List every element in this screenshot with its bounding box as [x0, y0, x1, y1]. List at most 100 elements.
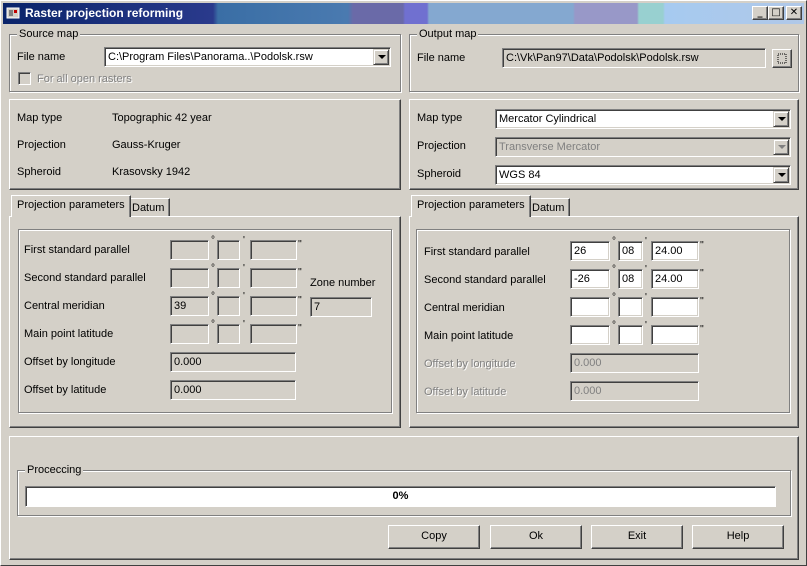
out-main-deg[interactable]	[570, 325, 610, 345]
out-first-deg[interactable]: 26	[570, 241, 610, 261]
sec-symbol: ''	[298, 295, 302, 306]
src-central-sec[interactable]	[250, 296, 297, 316]
tab-output-projection-params[interactable]: Projection parameters	[411, 195, 531, 217]
output-spheroid-combo[interactable]: WGS 84	[495, 165, 791, 185]
output-spheroid-value: WGS 84	[499, 169, 541, 181]
chevron-down-icon[interactable]	[373, 49, 389, 65]
src-central-deg[interactable]: 39	[170, 296, 209, 316]
source-file-combo[interactable]: C:\Program Files\Panorama..\Podolsk.rsw	[104, 47, 391, 67]
out-central-deg[interactable]	[570, 297, 610, 317]
min-symbol: '	[243, 319, 245, 330]
output-params-panel: First standard parallel 26 ° 08 ' 24.00 …	[409, 216, 799, 428]
src-first-deg[interactable]	[170, 240, 209, 260]
out-first-sec[interactable]: 24.00	[651, 241, 699, 261]
source-projection-value: Gauss-Kruger	[112, 139, 181, 151]
src-first-sec[interactable]	[250, 240, 297, 260]
out-central-min[interactable]	[618, 297, 643, 317]
sec-symbol: ''	[700, 324, 704, 335]
out-second-min[interactable]: 08	[618, 269, 643, 289]
min-symbol: '	[645, 292, 647, 303]
source-file-label: File name	[17, 51, 66, 63]
sec-symbol: ''	[700, 268, 704, 279]
src-offset-lon-value: 0.000	[174, 356, 202, 368]
src-main-min[interactable]	[217, 324, 240, 344]
tab-source-datum[interactable]: Datum	[126, 198, 171, 216]
chevron-down-icon[interactable]	[773, 139, 789, 155]
out-central-meridian-label: Central meridian	[424, 302, 505, 314]
copy-button[interactable]: Copy	[388, 525, 480, 549]
src-offset-lat-label: Offset by latitude	[24, 384, 107, 396]
source-spheroid-label: Spheroid	[17, 166, 62, 178]
window-title: Raster projection reforming	[25, 6, 184, 20]
all-rasters-checkbox[interactable]	[18, 72, 31, 85]
out-second-deg[interactable]: -26	[570, 269, 610, 289]
browse-button[interactable]	[772, 49, 792, 68]
src-offset-lon-label: Offset by longitude	[24, 356, 116, 368]
out-offset-lat-value: 0.000	[574, 385, 602, 397]
output-projection-combo[interactable]: Transverse Mercator	[495, 137, 791, 157]
src-offset-lon-field[interactable]: 0.000	[170, 352, 296, 372]
output-projection-value: Transverse Mercator	[499, 141, 601, 153]
out-main-min[interactable]	[618, 325, 643, 345]
src-offset-lat-value: 0.000	[174, 384, 202, 396]
minimize-button[interactable]: _	[752, 6, 768, 20]
output-map-type-value: Mercator Cylindrical	[499, 113, 597, 125]
src-central-min[interactable]	[217, 296, 240, 316]
out-offset-lon-field[interactable]: 0.000	[570, 353, 699, 373]
close-button[interactable]: ✕	[786, 6, 802, 20]
out-offset-lat-field[interactable]: 0.000	[570, 381, 699, 401]
min-symbol: '	[243, 235, 245, 246]
deg-symbol: °	[612, 320, 616, 331]
out-main-sec[interactable]	[651, 325, 699, 345]
out-first-min-value: 08	[622, 245, 635, 257]
app-icon	[6, 7, 20, 19]
src-first-parallel-label: First standard parallel	[24, 244, 130, 256]
src-second-deg[interactable]	[170, 268, 209, 288]
out-central-sec[interactable]	[651, 297, 699, 317]
output-map-type-combo[interactable]: Mercator Cylindrical	[495, 109, 791, 129]
chevron-down-icon[interactable]	[773, 167, 789, 183]
out-first-min[interactable]: 08	[618, 241, 643, 261]
sec-symbol: ''	[700, 296, 704, 307]
tab-output-datum[interactable]: Datum	[526, 198, 571, 216]
out-offset-lat-label: Offset by latitude	[424, 386, 507, 398]
deg-symbol: °	[612, 264, 616, 275]
source-projection-label: Projection	[17, 139, 66, 151]
src-second-sec[interactable]	[250, 268, 297, 288]
min-symbol: '	[243, 263, 245, 274]
zone-number-field[interactable]: 7	[310, 297, 372, 317]
tab-source-projection-params[interactable]: Projection parameters	[11, 195, 131, 217]
ok-button[interactable]: Ok	[490, 525, 582, 549]
min-symbol: '	[645, 264, 647, 275]
output-projection-label: Projection	[417, 140, 466, 152]
out-offset-lon-value: 0.000	[574, 357, 602, 369]
zone-number-label: Zone number	[310, 277, 376, 289]
source-spheroid-value: Krasovsky 1942	[112, 166, 191, 178]
out-second-min-value: 08	[622, 273, 635, 285]
out-second-sec[interactable]: 24.00	[651, 269, 699, 289]
output-file-value: C:\Vk\Pan97\Data\Podolsk\Podolsk.rsw	[506, 52, 699, 64]
output-file-field[interactable]: C:\Vk\Pan97\Data\Podolsk\Podolsk.rsw	[502, 48, 766, 68]
min-symbol: '	[645, 320, 647, 331]
chevron-down-icon[interactable]	[773, 111, 789, 127]
sec-symbol: ''	[298, 267, 302, 278]
src-main-deg[interactable]	[170, 324, 209, 344]
deg-symbol: °	[211, 263, 215, 274]
dialog-window: Raster projection reforming _ □ ✕ Source…	[0, 0, 807, 566]
src-main-sec[interactable]	[250, 324, 297, 344]
maximize-button[interactable]: □	[768, 6, 784, 20]
exit-button[interactable]: Exit	[591, 525, 683, 549]
progress-text: 0%	[392, 490, 409, 502]
deg-symbol: °	[211, 235, 215, 246]
src-offset-lat-field[interactable]: 0.000	[170, 380, 296, 400]
src-second-min[interactable]	[217, 268, 240, 288]
deg-symbol: °	[211, 319, 215, 330]
source-map-type-label: Map type	[17, 112, 63, 124]
out-second-deg-value: -26	[574, 273, 590, 285]
src-first-min[interactable]	[217, 240, 240, 260]
title-bar[interactable]: Raster projection reforming _ □ ✕	[3, 3, 804, 24]
source-params-panel: First standard parallel ° ' '' Second st…	[9, 216, 401, 428]
sec-symbol: ''	[298, 239, 302, 250]
deg-symbol: °	[612, 236, 616, 247]
help-button[interactable]: Help	[692, 525, 784, 549]
